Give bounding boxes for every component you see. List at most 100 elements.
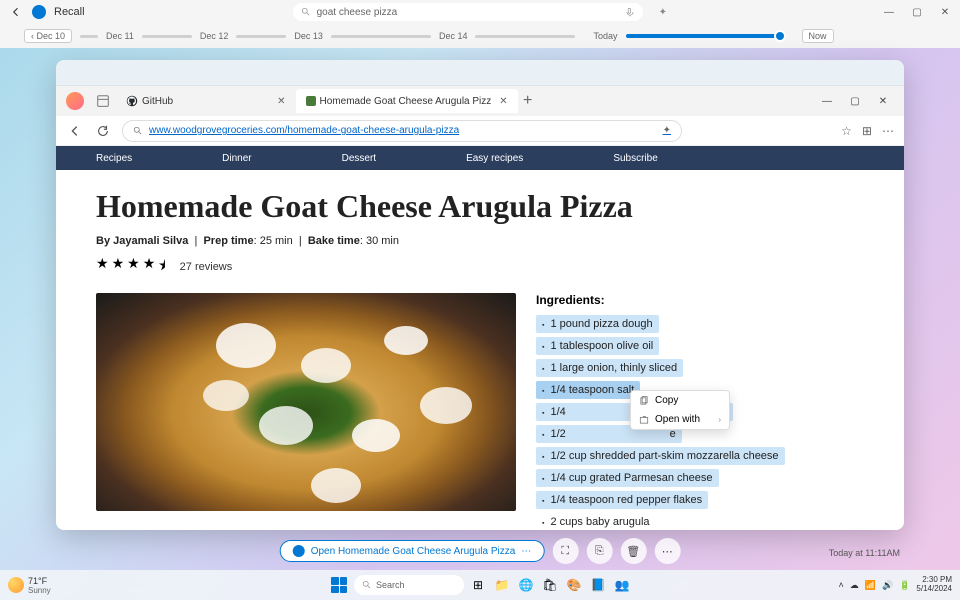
recall-title: Recall xyxy=(54,6,85,18)
nav-subscribe[interactable]: Subscribe xyxy=(613,153,657,164)
ingredient-item[interactable]: 1/4 cup grated Parmesan cheese xyxy=(536,469,719,487)
delete-button[interactable]: 🗑 xyxy=(620,538,646,564)
timeline-segment[interactable] xyxy=(142,35,192,38)
ingredient-item[interactable]: 2 cups baby arugula xyxy=(536,513,656,530)
store-icon[interactable]: 🛍 xyxy=(540,575,560,595)
snapshot-card: GitHub ✕ Homemade Goat Cheese Arugula Pi… xyxy=(56,60,904,530)
nav-dinner[interactable]: Dinner xyxy=(222,153,251,164)
workspaces-icon[interactable] xyxy=(96,94,110,108)
timeline-segment[interactable] xyxy=(475,35,575,38)
volume-icon[interactable]: 🔊 xyxy=(882,580,893,591)
browser-close[interactable]: ✕ xyxy=(874,92,892,110)
timeline-today-label: Today xyxy=(593,31,617,41)
open-with-icon xyxy=(639,415,649,425)
tab-github[interactable]: GitHub ✕ xyxy=(116,89,296,113)
paint-icon[interactable]: 🎨 xyxy=(564,575,584,595)
star-icon: ★ xyxy=(143,255,156,279)
more-icon[interactable]: ⋯ xyxy=(521,546,531,557)
copy-button[interactable]: ⎘ xyxy=(586,538,612,564)
taskbar: 71°F Sunny Search ⊞ 📁 🌐 🛍 🎨 📘 👥 ˄ ☁ 📶 🔊 … xyxy=(0,570,960,600)
open-snapshot-button[interactable]: Open Homemade Goat Cheese Arugula Pizza … xyxy=(280,540,545,562)
search-icon xyxy=(133,126,143,136)
browser-minimize[interactable]: — xyxy=(818,92,836,110)
recipe-byline: By Jayamali Silva | Prep time: 25 min | … xyxy=(96,235,864,247)
window-controls: — ▢ ✕ xyxy=(882,5,952,19)
chevron-right-icon: › xyxy=(718,415,721,424)
search-value: goat cheese pizza xyxy=(317,7,398,18)
timeline-date: Dec 14 xyxy=(439,31,468,41)
crop-button[interactable]: ⛶ xyxy=(552,538,578,564)
maximize-button[interactable]: ▢ xyxy=(910,5,924,19)
context-copy[interactable]: Copy xyxy=(631,391,729,410)
address-bar: www.woodgrovegroceries.com/homemade-goat… xyxy=(56,116,904,146)
nav-dessert[interactable]: Dessert xyxy=(342,153,376,164)
timeline-segment[interactable] xyxy=(236,35,286,38)
nav-refresh-button[interactable] xyxy=(94,122,112,140)
clock[interactable]: 2:30 PM 5/14/2024 xyxy=(916,576,952,594)
close-icon[interactable]: ✕ xyxy=(499,96,507,107)
ingredient-item-selected[interactable]: 1/4 teaspoon salt xyxy=(536,381,640,399)
more-icon[interactable]: ⋯ xyxy=(882,124,894,138)
collections-icon[interactable]: ⊞ xyxy=(862,124,872,138)
overflow-button[interactable]: ⋯ xyxy=(654,538,680,564)
recipe-image xyxy=(96,293,516,511)
sun-icon xyxy=(8,577,24,593)
context-open-with[interactable]: Open with › xyxy=(631,410,729,429)
ingredient-item[interactable]: 1 large onion, thinly sliced xyxy=(536,359,683,377)
onedrive-icon[interactable]: ☁ xyxy=(850,580,859,591)
tab-recipe[interactable]: Homemade Goat Cheese Arugula Pizz ✕ xyxy=(296,89,518,113)
new-tab-button[interactable]: + xyxy=(518,91,538,111)
url-input[interactable]: www.woodgrovegroceries.com/homemade-goat… xyxy=(122,120,682,142)
favorite-icon[interactable]: ✦ xyxy=(663,125,671,136)
search-icon xyxy=(301,7,311,17)
recall-search-input[interactable]: goat cheese pizza xyxy=(293,3,643,21)
browser-maximize[interactable]: ▢ xyxy=(846,92,864,110)
favorites-icon[interactable]: ☆ xyxy=(841,124,852,138)
snapshot-timestamp: Today at 11:11AM xyxy=(829,548,900,558)
star-icon: ★ xyxy=(96,255,109,279)
star-icon: ★ xyxy=(127,255,140,279)
edge-icon[interactable]: 🌐 xyxy=(516,575,536,595)
ingredients-heading: Ingredients: xyxy=(536,293,864,307)
close-icon[interactable]: ✕ xyxy=(277,96,285,107)
timeline-back-button[interactable]: ‹ Dec 10 xyxy=(24,29,72,43)
timeline-date: Dec 12 xyxy=(200,31,229,41)
star-rating: ★ ★ ★ ★ ⯨ xyxy=(96,255,166,279)
ingredient-item[interactable]: 1 tablespoon olive oil xyxy=(536,337,659,355)
copy-icon xyxy=(639,396,649,406)
site-nav: Recipes Dinner Dessert Easy recipes Subs… xyxy=(56,146,904,170)
taskbar-search[interactable]: Search xyxy=(354,575,464,595)
timeline-now-button[interactable]: Now xyxy=(802,29,834,43)
site-favicon xyxy=(306,96,316,106)
minimize-button[interactable]: — xyxy=(882,5,896,19)
wifi-icon[interactable]: 📶 xyxy=(865,580,876,591)
word-icon[interactable]: 📘 xyxy=(588,575,608,595)
teams-icon[interactable]: 👥 xyxy=(612,575,632,595)
ingredient-item[interactable]: 1/2 cup shredded part-skim mozzarella ch… xyxy=(536,447,785,465)
ai-sparkle-icon[interactable]: ✦ xyxy=(659,7,667,18)
review-count: 27 reviews xyxy=(180,261,233,273)
explorer-icon[interactable]: 📁 xyxy=(492,575,512,595)
back-button[interactable] xyxy=(8,4,24,20)
ingredient-item[interactable]: 1 pound pizza dough xyxy=(536,315,659,333)
task-view-icon[interactable]: ⊞ xyxy=(468,575,488,595)
nav-recipes[interactable]: Recipes xyxy=(96,153,132,164)
timeline-segment[interactable] xyxy=(80,35,98,38)
nav-easy[interactable]: Easy recipes xyxy=(466,153,523,164)
ingredient-item[interactable]: 1/4 teaspoon red pepper flakes xyxy=(536,491,708,509)
profile-avatar[interactable] xyxy=(66,92,84,110)
close-button[interactable]: ✕ xyxy=(938,5,952,19)
weather-widget[interactable]: 71°F Sunny xyxy=(8,576,51,595)
mic-icon[interactable] xyxy=(625,7,635,17)
timeline-segment[interactable] xyxy=(331,35,431,38)
timeline-handle[interactable] xyxy=(774,30,786,42)
star-icon: ★ xyxy=(112,255,125,279)
nav-back-button[interactable] xyxy=(66,122,84,140)
start-button[interactable] xyxy=(328,574,350,596)
timeline-slider[interactable] xyxy=(626,34,786,38)
chevron-up-icon[interactable]: ˄ xyxy=(838,580,843,590)
rating-row: ★ ★ ★ ★ ⯨ 27 reviews xyxy=(96,255,864,279)
battery-icon[interactable]: 🔋 xyxy=(899,580,910,591)
timeline: ‹ Dec 10 Dec 11 Dec 12 Dec 13 Dec 14 Tod… xyxy=(0,24,960,48)
context-menu: Copy Open with › xyxy=(630,390,730,430)
